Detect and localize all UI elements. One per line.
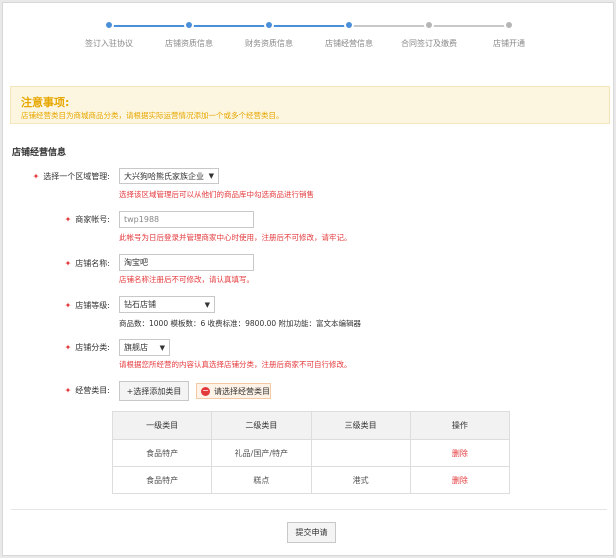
table-cell: 食品特产: [111, 466, 213, 494]
region-select[interactable]: 大兴狗哈熊氏家族企业 ▼: [119, 168, 219, 184]
submit-button[interactable]: 提交申请: [287, 522, 336, 543]
table-cell: 礼品/国产/特产: [211, 439, 312, 467]
store-name-value: 淘宝吧: [124, 258, 148, 267]
delete-link[interactable]: 删除: [409, 466, 511, 494]
store-level-select[interactable]: 钻石店铺 ▼: [119, 296, 215, 313]
chevron-down-icon: ▼: [204, 300, 210, 309]
store-category-label: ✦ 店铺分类:: [64, 343, 110, 352]
required-star: ✦: [64, 215, 72, 224]
table-cell: 糕点: [211, 466, 312, 494]
step-label-5: 合同签订及缴费: [401, 39, 457, 48]
required-star: ✦: [64, 259, 72, 268]
table-row: 食品特产 糕点 港式 删除: [111, 466, 511, 494]
merchant-account-hint: 此帐号为日后登录并管理商家中心时使用，注册后不可修改，请牢记。: [119, 233, 352, 242]
step-dot-6: [504, 20, 514, 30]
delete-link[interactable]: 删除: [409, 439, 511, 467]
step-label-2: 店铺资质信息: [165, 39, 213, 48]
store-category-select[interactable]: 旗舰店 ▼: [119, 339, 170, 356]
step-label-6: 店铺开通: [493, 39, 525, 48]
step-label-4: 店铺经营信息: [325, 39, 373, 48]
table-header-row: 一级类目 二级类目 三级类目 操作: [111, 411, 511, 440]
table-cell: [310, 439, 411, 467]
notice-title: 注意事项:: [21, 96, 70, 109]
add-category-button[interactable]: +选择添加类目: [119, 381, 189, 401]
merchant-account-input[interactable]: twp1988: [119, 211, 254, 228]
store-category-value: 旗舰店: [124, 343, 148, 352]
category-table: 一级类目 二级类目 三级类目 操作 食品特产 礼品/国产/特产 删除 食品特产 …: [111, 411, 511, 494]
table-cell: 食品特产: [111, 439, 213, 467]
minus-circle-icon: −: [201, 385, 210, 396]
required-star: ✦: [64, 386, 72, 395]
step-dot-4: [344, 20, 354, 30]
step-label-1: 签订入驻协议: [85, 39, 133, 48]
notice-box: 注意事项: 店铺经营类目为商城商品分类，请根据实际运营情况添加一个或多个经营类目…: [10, 86, 610, 124]
table-header-cell: 一级类目: [111, 411, 213, 440]
store-name-hint: 店铺名称注册后不可修改，请认真填写。: [119, 275, 254, 284]
step-dot-5: [424, 20, 434, 30]
page-frame: 签订入驻协议 店铺资质信息 财务资质信息 店铺经营信息 合同签订及缴费 店铺开通…: [2, 2, 614, 556]
chevron-down-icon: ▼: [159, 343, 165, 352]
required-star: ✦: [64, 343, 72, 352]
region-hint: 选择该区域管理后可以从他们的商品库中勾选商品进行销售: [119, 190, 314, 199]
region-select-value: 大兴狗哈熊氏家族企业: [124, 171, 204, 181]
store-name-label: ✦ 店铺名称:: [64, 259, 110, 268]
table-cell: 港式: [310, 466, 411, 494]
progress-steps: 签订入驻协议 店铺资质信息 财务资质信息 店铺经营信息 合同签订及缴费 店铺开通: [3, 3, 613, 63]
table-row: 食品特产 礼品/国产/特产 删除: [111, 439, 511, 467]
step-dot-1: [104, 20, 114, 30]
region-label: ✦ 选择一个区域管理:: [32, 172, 110, 181]
step-label-3: 财务资质信息: [245, 39, 293, 48]
category-warning: − 请选择经营类目: [196, 383, 271, 399]
divider: [11, 509, 607, 510]
table-header-cell: 操作: [409, 411, 511, 440]
category-warning-text: 请选择经营类目: [214, 386, 270, 396]
store-level-label: ✦ 店铺等级:: [64, 301, 110, 310]
table-header-cell: 三级类目: [310, 411, 411, 440]
step-dot-3: [264, 20, 274, 30]
table-header-cell: 二级类目: [211, 411, 312, 440]
merchant-account-label: ✦ 商家帐号:: [64, 215, 110, 224]
business-category-label: ✦ 经营类目:: [64, 386, 110, 395]
progress-line-done: [109, 25, 350, 27]
store-category-hint: 请根据您所经营的内容认真选择店铺分类，注册后商家不可自行修改。: [119, 360, 352, 369]
merchant-account-value: twp1988: [124, 215, 160, 224]
chevron-down-icon: ▼: [208, 172, 214, 180]
required-star: ✦: [64, 301, 72, 310]
section-title: 店铺经营信息: [12, 148, 67, 158]
notice-text: 店铺经营类目为商城商品分类，请根据实际运营情况添加一个或多个经营类目。: [21, 111, 284, 120]
step-dot-2: [184, 20, 194, 30]
required-star: ✦: [32, 172, 40, 181]
store-level-info: 商品数：1000 模板数：6 收费标准：9800.00 附加功能：富文本编辑器: [119, 319, 362, 328]
store-name-input[interactable]: 淘宝吧: [119, 254, 254, 271]
store-level-value: 钻石店铺: [124, 300, 156, 309]
